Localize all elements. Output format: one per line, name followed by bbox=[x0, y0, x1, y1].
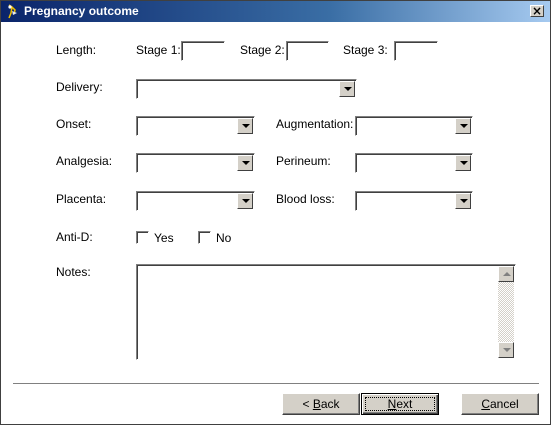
antid-label: Anti-D: bbox=[56, 230, 93, 244]
chevron-down-icon[interactable] bbox=[237, 155, 253, 171]
chevron-down-icon[interactable] bbox=[455, 118, 471, 134]
antid-yes-label[interactable]: Yes bbox=[154, 231, 174, 245]
onset-label: Onset: bbox=[56, 117, 92, 131]
stage3-input[interactable] bbox=[394, 41, 438, 61]
analgesia-label: Analgesia: bbox=[56, 154, 113, 168]
chevron-down-icon[interactable] bbox=[237, 118, 253, 134]
cancel-button[interactable]: Cancel bbox=[461, 393, 539, 415]
notes-label: Notes: bbox=[56, 265, 91, 279]
dialog-window: Pregnancy outcome × Length: Stage 1: Sta… bbox=[0, 0, 551, 425]
bloodloss-label: Blood loss: bbox=[276, 192, 335, 206]
bloodloss-select[interactable] bbox=[355, 191, 473, 211]
next-button[interactable]: Next bbox=[361, 393, 439, 415]
augmentation-label: Augmentation: bbox=[276, 117, 354, 131]
title-bar[interactable]: Pregnancy outcome × bbox=[1, 1, 550, 22]
back-button-rest: ack bbox=[320, 397, 340, 411]
dialog-content: Length: Stage 1: Stage 2: Stage 3: Deliv… bbox=[1, 22, 550, 424]
stage2-label: Stage 2: bbox=[240, 43, 285, 57]
perineum-label: Perineum: bbox=[276, 154, 331, 168]
notes-textarea[interactable] bbox=[136, 264, 516, 360]
cancel-button-mnemonic: C bbox=[481, 397, 490, 411]
antid-no-checkbox[interactable] bbox=[198, 231, 211, 244]
length-label: Length: bbox=[56, 43, 97, 57]
close-button[interactable]: × bbox=[530, 4, 544, 18]
delivery-label: Delivery: bbox=[56, 80, 103, 94]
placenta-label: Placenta: bbox=[56, 192, 107, 206]
perineum-select[interactable] bbox=[355, 153, 473, 173]
back-button-prefix: < bbox=[302, 397, 313, 411]
focus-rectangle bbox=[365, 397, 435, 411]
stork-app-icon bbox=[8, 4, 17, 19]
window-title: Pregnancy outcome bbox=[24, 4, 139, 18]
antid-no-label[interactable]: No bbox=[216, 231, 231, 245]
chevron-down-icon[interactable] bbox=[339, 81, 355, 97]
notes-scrollbar[interactable] bbox=[498, 266, 514, 358]
placenta-select[interactable] bbox=[136, 191, 255, 211]
chevron-down-icon[interactable] bbox=[455, 155, 471, 171]
close-icon: × bbox=[532, 4, 543, 18]
cancel-button-rest: ancel bbox=[489, 397, 519, 411]
stage3-label: Stage 3: bbox=[343, 43, 388, 57]
stage1-label: Stage 1: bbox=[136, 43, 181, 57]
augmentation-select[interactable] bbox=[355, 116, 473, 136]
stage2-input[interactable] bbox=[286, 41, 329, 61]
separator-line bbox=[13, 383, 539, 385]
delivery-select[interactable] bbox=[136, 79, 357, 99]
stage1-input[interactable] bbox=[181, 41, 225, 61]
chevron-down-icon[interactable] bbox=[237, 193, 253, 209]
scroll-down-arrow-icon[interactable] bbox=[498, 342, 514, 358]
onset-select[interactable] bbox=[136, 116, 255, 136]
back-button-mnemonic: B bbox=[312, 397, 321, 411]
chevron-down-icon[interactable] bbox=[455, 193, 471, 209]
analgesia-select[interactable] bbox=[136, 153, 255, 173]
antid-yes-checkbox[interactable] bbox=[136, 231, 149, 244]
back-button[interactable]: < Back bbox=[282, 393, 360, 415]
scroll-up-arrow-icon[interactable] bbox=[498, 266, 514, 282]
